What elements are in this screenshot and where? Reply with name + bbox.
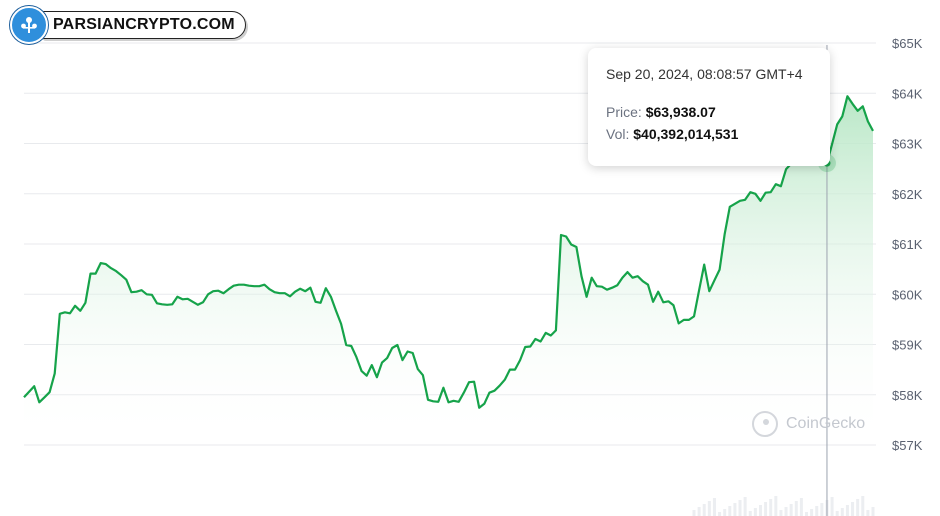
volume-bar [856,499,860,516]
tooltip-volume-row: Vol: $40,392,014,531 [606,126,830,142]
y-axis-ticks: $57K $58K $59K $60K $61K $62K $63K $64K $65K [892,36,923,453]
volume-bar [866,510,870,516]
tooltip-volume-value: $40,392,014,531 [633,126,739,142]
volume-bar [820,503,824,516]
volume-bar [748,511,752,516]
brand-icon [10,6,48,44]
volume-bar [733,503,737,516]
volume-bar [728,506,732,516]
tooltip-price-row: Price: $63,938.07 [606,104,830,120]
volume-bar [845,505,849,516]
volume-bar [738,500,742,516]
tooltip-date: Sep 20, 2024, 08:08:57 GMT+4 [606,66,803,82]
volume-bar [774,496,778,516]
tooltip-volume-label: Vol: [606,126,630,142]
volume-bar [758,505,762,516]
volume-bar [815,506,819,516]
volume-bars [692,496,875,516]
coingecko-watermark: CoinGecko [752,411,865,437]
watermark-text: CoinGecko [786,415,866,432]
tooltip-price-value: $63,938.07 [645,104,716,120]
volume-bar [723,509,727,516]
y-tick-label: $60K [892,287,923,302]
volume-bar [743,497,747,516]
volume-bar [712,498,716,516]
volume-bar [764,502,768,516]
volume-bar [784,507,788,516]
volume-bar [805,512,809,516]
volume-bar [692,510,696,516]
y-tick-label: $65K [892,36,923,51]
y-tick-label: $62K [892,187,923,202]
volume-bar [810,509,814,516]
volume-bar [779,510,783,516]
volume-bar [799,498,803,516]
volume-bar [769,499,773,516]
logo-text: PARSIANCRYPTO.COM [40,11,246,39]
volume-bar [702,504,706,516]
volume-bar [861,496,865,516]
y-tick-label: $64K [892,86,923,101]
volume-bar [753,508,757,516]
volume-bar [707,501,711,516]
volume-bar [830,497,834,516]
y-tick-label: $61K [892,237,923,252]
y-tick-label: $63K [892,137,923,152]
volume-bar [697,507,701,516]
price-tooltip: Sep 20, 2024, 08:08:57 GMT+4 Price: $63,… [588,48,830,166]
y-tick-label: $57K [892,438,923,453]
y-tick-label: $58K [892,388,923,403]
volume-bar [840,508,844,516]
volume-bar [789,504,793,516]
volume-bar [835,511,839,516]
volume-bar [851,502,855,516]
site-logo: PARSIANCRYPTO.COM [10,6,246,44]
volume-bar [718,512,722,516]
volume-bar [871,507,875,516]
y-tick-label: $59K [892,338,923,353]
volume-bar [794,501,798,516]
tooltip-price-label: Price: [606,104,642,120]
coingecko-icon [752,411,778,437]
